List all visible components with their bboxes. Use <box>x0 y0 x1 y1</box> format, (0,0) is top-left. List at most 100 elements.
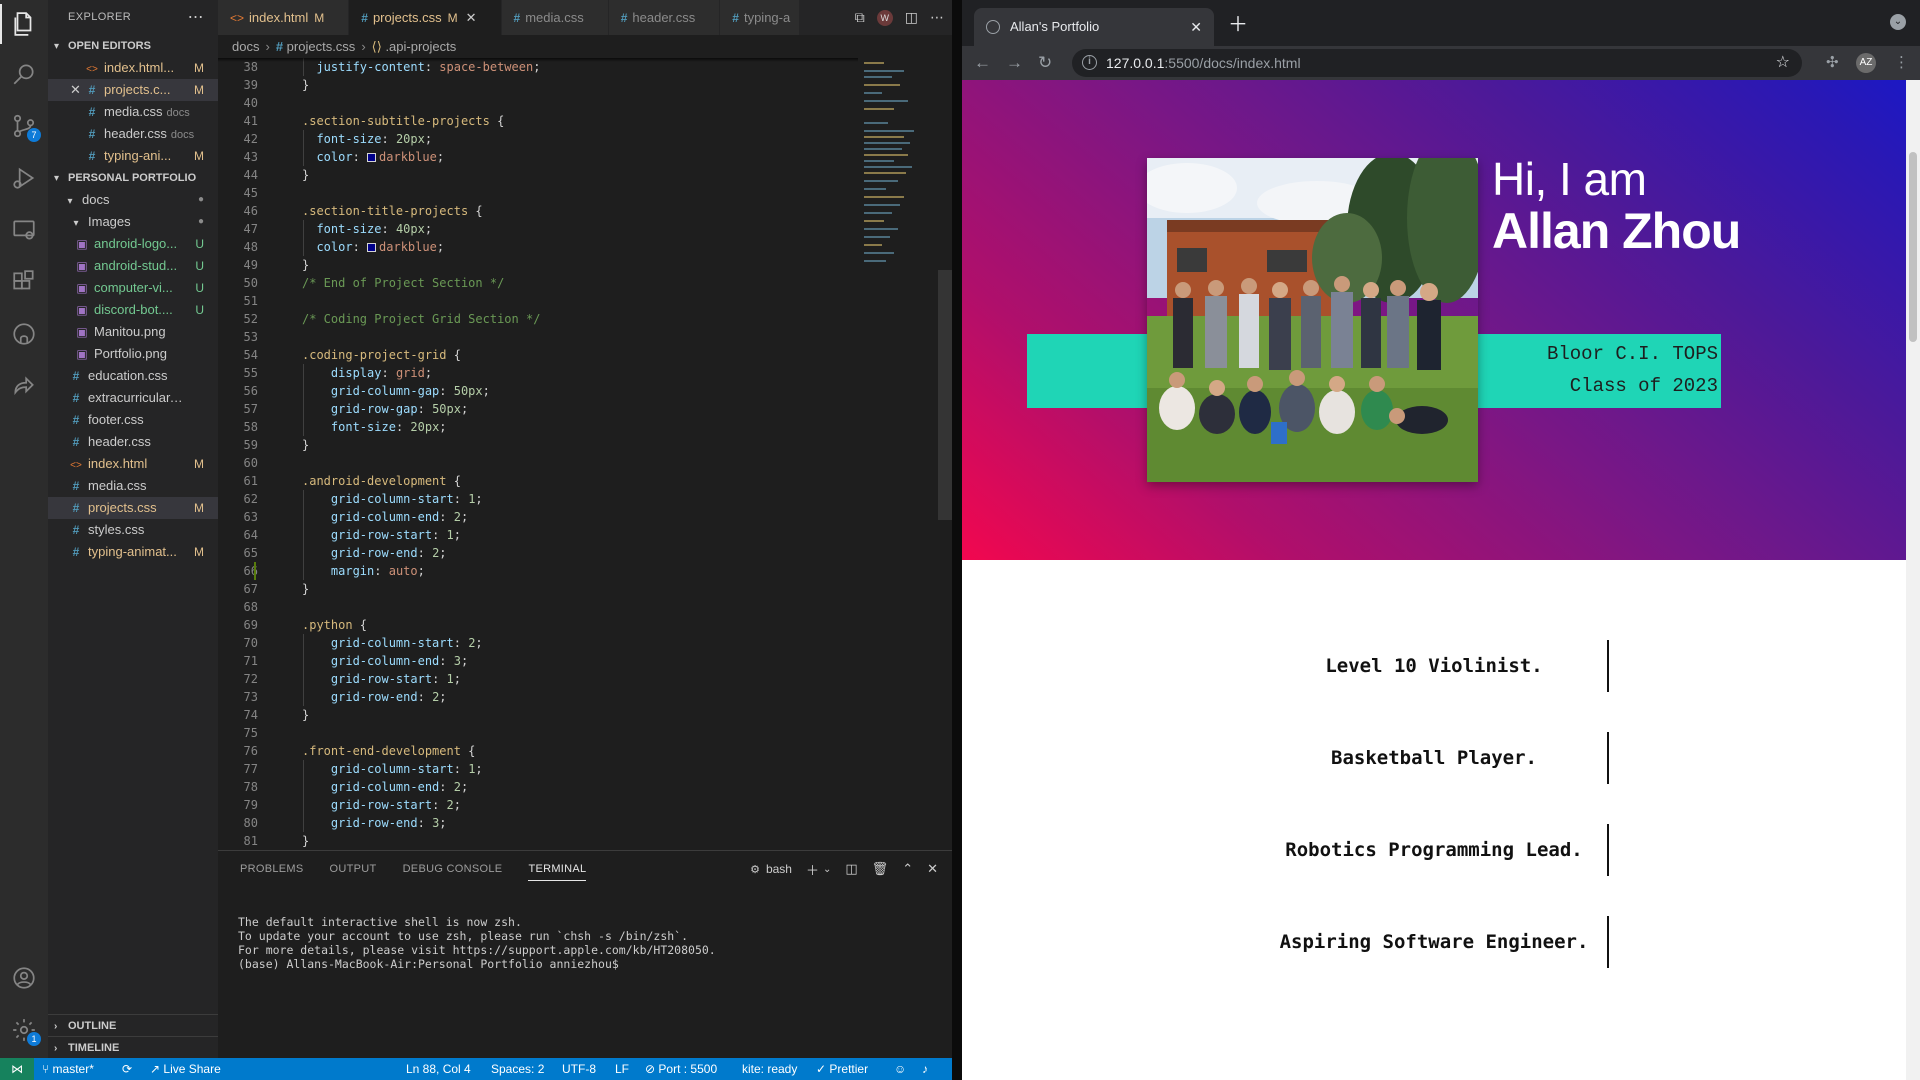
tree-file[interactable]: ▣ android-stud... U <box>48 255 218 277</box>
open-editor-item[interactable]: # header.css docs <box>48 123 218 145</box>
github-icon[interactable] <box>10 320 38 348</box>
panel-tab-terminal[interactable]: TERMINAL <box>528 851 587 887</box>
cursor-position[interactable]: Ln 88, Col 4 <box>406 1058 471 1080</box>
close-panel-icon[interactable]: ✕ <box>927 861 938 877</box>
breadcrumb-symbol[interactable]: .api-projects <box>385 39 456 54</box>
split-editor-icon[interactable]: ◫ <box>905 9 918 26</box>
sync-icon[interactable]: ⟳ <box>122 1058 132 1080</box>
tree-folder[interactable]: ▾ docs ● <box>48 189 218 211</box>
tree-file[interactable]: # footer.css <box>48 409 218 431</box>
open-editor-item[interactable]: ✕ # projects.c... M <box>48 79 218 101</box>
code-editor[interactable]: 38 justify-content: space-between; 39} 40 4… <box>218 58 858 850</box>
account-icon[interactable] <box>10 964 38 992</box>
chevron-down-icon[interactable]: ⌄ <box>823 864 831 875</box>
tree-file[interactable]: ▣ computer-vi... U <box>48 277 218 299</box>
open-changes-icon[interactable]: ⧉ <box>855 9 865 26</box>
open-editor-item[interactable]: <> index.html... M <box>48 57 218 79</box>
tab-search-icon[interactable]: ⌄ <box>1890 14 1906 30</box>
outline-section[interactable]: › OUTLINE <box>48 1014 218 1036</box>
breadcrumb-folder[interactable]: docs <box>232 39 259 54</box>
extensions-puzzle-icon[interactable]: ✣ <box>1826 46 1839 80</box>
tree-file[interactable]: ▣ Manitou.png <box>48 321 218 343</box>
hero-section: Hi, I am Allan Zhou Bloor C.I. TOPS Clas… <box>962 80 1906 560</box>
tree-file[interactable]: # typing-animat... M <box>48 541 218 563</box>
open-editors-section[interactable]: ▾ OPEN EDITORS <box>48 35 218 57</box>
tree-file[interactable]: # styles.css <box>48 519 218 541</box>
code-text: } <box>302 708 310 722</box>
indentation[interactable]: Spaces: 2 <box>491 1058 544 1080</box>
maximize-panel-icon[interactable]: ⌃ <box>902 861 913 877</box>
live-share-icon[interactable] <box>10 372 38 400</box>
line-number: 52 <box>243 312 258 326</box>
feedback-icon[interactable]: ☺ <box>894 1058 906 1080</box>
open-editor-item[interactable]: # typing-ani... M <box>48 145 218 167</box>
editor-tab[interactable]: # media.css <box>501 0 609 35</box>
new-terminal-icon[interactable]: ＋ <box>806 860 819 879</box>
close-tab-icon[interactable]: ✕ <box>466 10 477 25</box>
open-editor-item[interactable]: # media.css docs <box>48 101 218 123</box>
tree-file[interactable]: ▣ Portfolio.png <box>48 343 218 365</box>
terminal-line: The default interactive shell is now zsh… <box>238 915 522 929</box>
new-tab-icon[interactable]: ＋ <box>1228 8 1248 42</box>
run-debug-icon[interactable] <box>10 164 38 192</box>
tree-file[interactable]: ▣ discord-bot.... U <box>48 299 218 321</box>
role-item: Robotics Programming Lead. <box>962 824 1906 876</box>
tree-file[interactable]: ▣ android-logo... U <box>48 233 218 255</box>
panel-tab-output[interactable]: OUTPUT <box>330 851 377 887</box>
git-branch[interactable]: ⑂ master* <box>42 1058 94 1080</box>
live-server-port[interactable]: ⊘ Port : 5500 <box>645 1058 717 1080</box>
tree-file[interactable]: # education.css <box>48 365 218 387</box>
browser-scroll-thumb[interactable] <box>1909 152 1917 342</box>
color-swatch[interactable] <box>367 153 377 162</box>
panel-tab-problems[interactable]: PROBLEMS <box>240 851 304 887</box>
close-icon[interactable]: ✕ <box>70 79 81 101</box>
close-tab-icon[interactable]: ✕ <box>1190 8 1202 46</box>
notifications-bell-icon[interactable]: ♪ <box>922 1058 928 1080</box>
kite-icon[interactable]: W <box>876 9 893 26</box>
tree-file[interactable]: <> index.html M <box>48 453 218 475</box>
color-swatch[interactable] <box>367 243 377 252</box>
prettier-status[interactable]: ✓ Prettier <box>816 1058 868 1080</box>
project-section[interactable]: ▾ PERSONAL PORTFOLIO <box>48 167 218 189</box>
line-ending[interactable]: LF <box>615 1058 629 1080</box>
extensions-icon[interactable] <box>10 268 38 296</box>
settings-gear-icon[interactable]: 1 <box>10 1016 41 1046</box>
editor-tab[interactable]: # projects.css M ✕ <box>349 0 502 35</box>
address-bar[interactable]: i 127.0.0.1:5500/docs/index.html ☆ <box>1072 49 1802 77</box>
editor-tab[interactable]: <> index.html M <box>218 0 350 35</box>
source-control-icon[interactable]: 7 <box>10 112 41 142</box>
remote-explorer-icon[interactable] <box>10 216 38 244</box>
search-icon[interactable] <box>10 60 38 88</box>
explorer-icon[interactable] <box>10 10 38 38</box>
reload-icon[interactable]: ↻ <box>1038 46 1052 80</box>
editor-tab[interactable]: # typing-a <box>720 0 801 35</box>
back-icon[interactable]: ← <box>974 46 991 80</box>
panel-tab-debug-console[interactable]: DEBUG CONSOLE <box>403 851 503 887</box>
browser-menu-icon[interactable]: ⋮ <box>1894 46 1909 80</box>
tree-file[interactable]: # extracurricular.css <box>48 387 218 409</box>
editor-tab[interactable]: # header.css <box>608 0 721 35</box>
browser-scrollbar[interactable] <box>1906 80 1920 1080</box>
editor-scrollbar[interactable] <box>938 270 952 520</box>
tree-file[interactable]: # media.css <box>48 475 218 497</box>
profile-avatar[interactable]: AZ <box>1856 53 1876 73</box>
timeline-section[interactable]: › TIMELINE <box>48 1036 218 1058</box>
live-share-button[interactable]: ↗ Live Share <box>150 1058 221 1080</box>
site-info-icon[interactable]: i <box>1082 55 1097 70</box>
tree-file[interactable]: # projects.css M <box>48 497 218 519</box>
trash-icon[interactable]: 🗑 <box>872 861 889 877</box>
tree-file[interactable]: # header.css <box>48 431 218 453</box>
terminal-shell-label[interactable]: bash <box>766 862 792 876</box>
forward-icon[interactable]: → <box>1006 46 1023 80</box>
kite-status[interactable]: kite: ready <box>742 1058 797 1080</box>
tree-folder[interactable]: ▾ Images ● <box>48 211 218 233</box>
more-actions-icon[interactable]: ⋯ <box>188 0 204 35</box>
remote-indicator-icon[interactable]: ⋈ <box>0 1058 34 1080</box>
split-terminal-icon[interactable]: ◫ <box>845 861 857 877</box>
encoding[interactable]: UTF-8 <box>562 1058 596 1080</box>
browser-tab[interactable]: Allan's Portfolio ✕ <box>974 8 1214 46</box>
bookmark-star-icon[interactable]: ☆ <box>1776 49 1790 77</box>
breadcrumb-file[interactable]: projects.css <box>287 39 356 54</box>
terminal-output[interactable]: The default interactive shell is now zsh… <box>238 915 716 971</box>
more-actions-icon[interactable]: ⋯ <box>930 9 944 26</box>
